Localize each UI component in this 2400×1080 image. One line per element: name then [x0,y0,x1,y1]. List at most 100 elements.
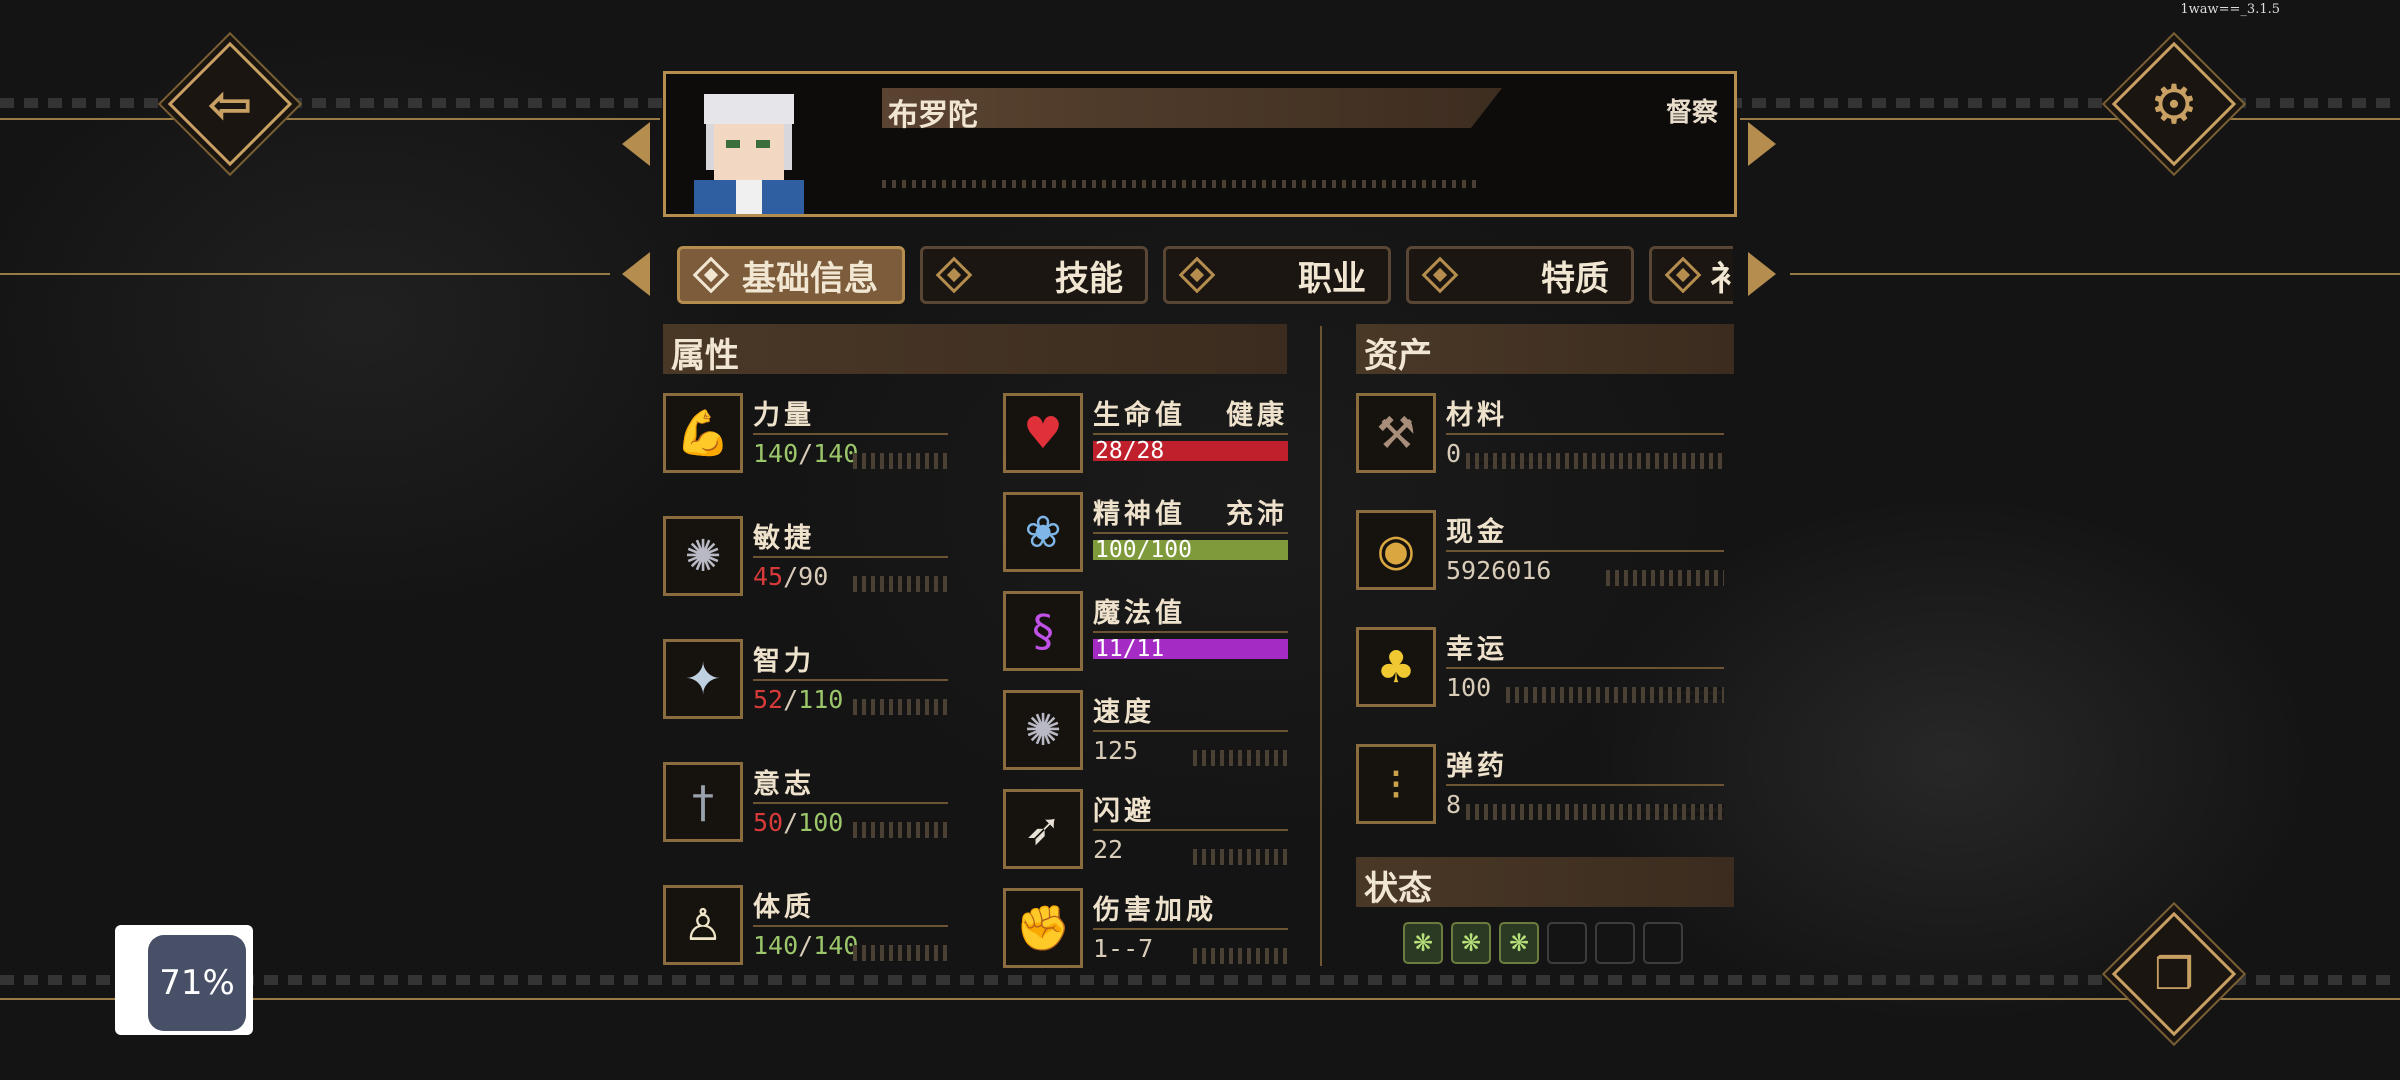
asset-value: 100 [1446,673,1492,702]
hp-bar: 28/28 [1093,438,1288,464]
tab-bar: 基础信息 技能 职业 特质 衤 [677,246,1733,306]
combat-speed[interactable]: ✺ 速度 125 [1003,690,1288,780]
status-slot-empty [1547,922,1587,964]
character-rank: 督察 [1665,98,1718,128]
sword-statue-icon: † [663,762,743,842]
tab-label: 职业 [1298,258,1366,299]
asset-label: 幸运 [1446,634,1508,665]
vital-state: 健康 [1226,400,1288,431]
heart-icon: ♥ [1003,393,1083,473]
attr-label: 敏捷 [753,523,815,554]
arm-icon: 💪 [663,393,743,473]
assets-header: 资产 [1356,324,1734,376]
top-gold-line-right [1740,118,2400,120]
vital-value: 28/28 [1095,438,1165,464]
combat-label: 伤害加成 [1093,895,1217,926]
status-effect-icon[interactable]: ❋ [1499,922,1539,964]
combat-damage-bonus[interactable]: ✊ 伤害加成 1--7 [1003,888,1288,978]
asset-label: 现金 [1446,517,1508,548]
combat-dodge[interactable]: ➶ 闪避 22 [1003,789,1288,879]
vital-label: 生命值 [1093,400,1186,431]
brain-cloud-icon: ❀ [1003,492,1083,572]
vital-hp[interactable]: ♥ 生命值 健康 28/28 [1003,393,1288,483]
column-divider [1320,326,1322,966]
attr-label: 意志 [753,769,815,800]
asset-cash[interactable]: ◉ 现金 5926016 [1356,510,1724,600]
attr-constitution[interactable]: ♙ 体质 140/140 [663,885,948,975]
attr-current: 50 [753,808,784,837]
back-arrow-icon: ⇦ [207,72,253,136]
status-slot-empty [1595,922,1635,964]
attr-intelligence[interactable]: ✦ 智力 52/110 [663,639,948,729]
asset-value: 8 [1446,790,1462,819]
asset-materials[interactable]: ⚒ 材料 0 [1356,393,1724,483]
vital-sanity[interactable]: ❀ 精神值 充沛 100/100 [1003,492,1288,582]
asset-luck[interactable]: ♣ 幸运 100 [1356,627,1724,717]
back-button[interactable]: ⇦ [167,41,293,167]
attr-current: 52 [753,685,784,714]
diamond-icon [692,256,730,294]
tab-basic-info[interactable]: 基础信息 [677,246,905,304]
attr-current: 140 [753,439,799,468]
tab-label: 基础信息 [742,258,878,299]
cards-icon: ❒ [2154,948,2194,1000]
tab-label: 特质 [1541,258,1609,299]
next-character-arrow-icon[interactable] [1748,122,1776,166]
top-gold-line-left [0,118,660,120]
vital-state: 充沛 [1226,499,1288,530]
asset-value: 0 [1446,439,1462,468]
combat-value: 1--7 [1093,934,1154,963]
clover-icon: ♣ [1356,627,1436,707]
attr-strength[interactable]: 💪 力量 140/140 [663,393,948,483]
tab-label: 技能 [1055,258,1123,299]
performance-overlay[interactable]: 71% [115,925,253,1035]
tab-traits[interactable]: 特质 [1406,246,1634,304]
mana-bar: 11/11 [1093,636,1288,662]
character-header: 布罗陀 督察 [663,71,1737,217]
tab-class[interactable]: 职业 [1163,246,1391,304]
tab-skills[interactable]: 技能 [920,246,1148,304]
attr-label: 力量 [753,400,815,431]
bullets-icon: ⁝ [1356,744,1436,824]
status-header: 状态 [1356,857,1734,909]
vital-label: 魔法值 [1093,598,1186,629]
combat-value: 22 [1093,835,1124,864]
asset-ammo[interactable]: ⁝ 弹药 8 [1356,744,1724,834]
asset-label: 弹药 [1446,751,1508,782]
combat-label: 闪避 [1093,796,1155,827]
vital-value: 11/11 [1095,636,1165,662]
tab-gold-line-left [0,273,610,275]
speed-icon: ✺ [1003,690,1083,770]
diamond-icon [1664,256,1702,294]
vital-mana[interactable]: § 魔法值 11/11 [1003,591,1288,681]
diamond-icon [1421,256,1459,294]
character-portrait [694,94,804,214]
settings-button[interactable]: ⚙ [2111,41,2237,167]
swirl-icon: ✺ [663,516,743,596]
header-dots [882,180,1482,188]
attr-label: 智力 [753,646,815,677]
asset-label: 材料 [1446,400,1508,431]
attr-max: 100 [798,808,844,837]
next-tab-arrow-icon[interactable] [1748,252,1776,296]
journal-button[interactable]: ❒ [2111,911,2237,1037]
vital-label: 精神值 [1093,499,1186,530]
attr-will[interactable]: † 意志 50/100 [663,762,948,852]
attr-agility[interactable]: ✺ 敏捷 45/90 [663,516,948,606]
fps-percent: 71% [148,935,246,1031]
status-slot-empty [1643,922,1683,964]
combat-value: 125 [1093,736,1139,765]
diamond-icon [935,256,973,294]
tab-label: 衤 [1710,258,1733,299]
status-effect-icon[interactable]: ❋ [1451,922,1491,964]
magic-swirl-icon: § [1003,591,1083,671]
tab-more[interactable]: 衤 [1649,246,1733,304]
tab-gold-line-right [1790,273,2400,275]
materials-icon: ⚒ [1356,393,1436,473]
dodge-icon: ➶ [1003,789,1083,869]
status-effect-icon[interactable]: ❋ [1403,922,1443,964]
prev-tab-arrow-icon[interactable] [622,252,650,296]
prev-character-arrow-icon[interactable] [622,122,650,166]
sanity-bar: 100/100 [1093,537,1288,563]
coin-icon: ◉ [1356,510,1436,590]
